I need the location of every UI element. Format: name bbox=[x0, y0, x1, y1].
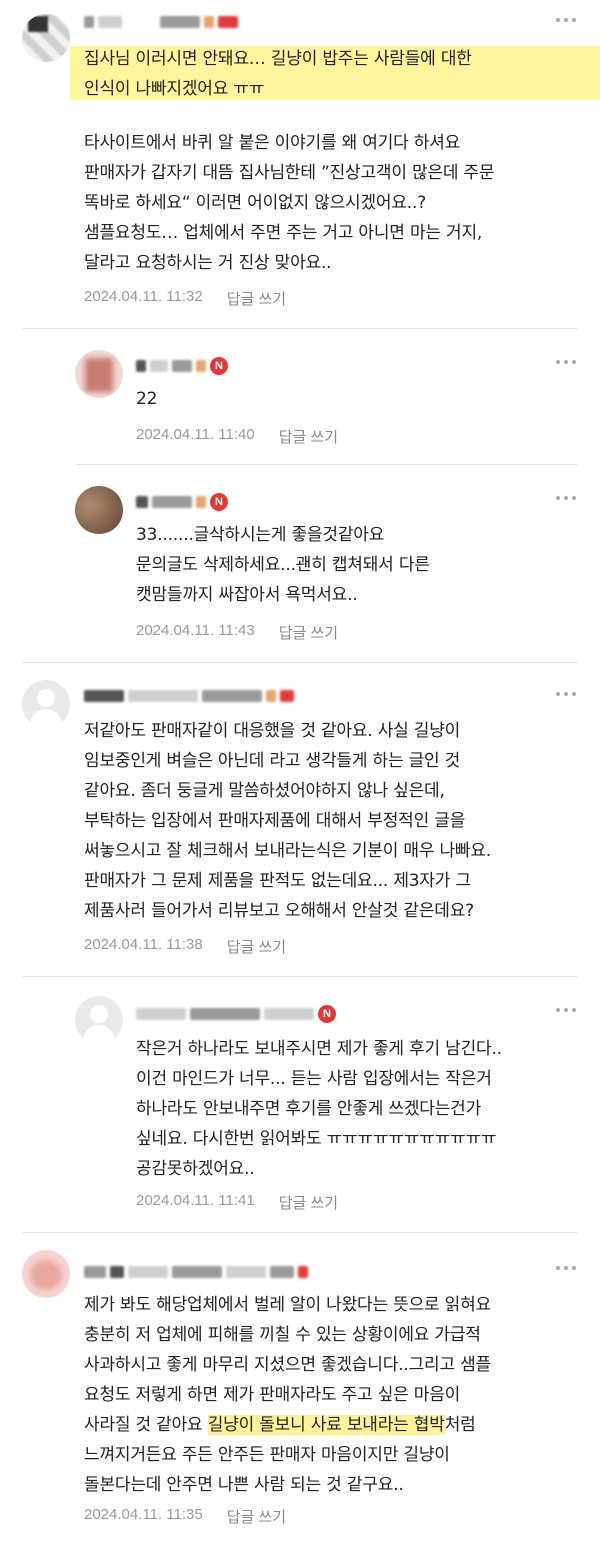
comment-date: 2024.04.11. 11:35 bbox=[84, 1506, 203, 1523]
comment-text: 작은거 하나라도 보내주시면 제가 좋게 후기 남긴다.. 이건 마인드가 너무… bbox=[136, 1039, 502, 1179]
comment-date: 2024.04.11. 11:38 bbox=[84, 936, 203, 953]
divider bbox=[22, 662, 578, 663]
comment-text-part: 제가 봐도 해당업체에서 벌레 알이 나왔다는 뜻으로 읽혀요 충분히 저 업체… bbox=[84, 1295, 491, 1435]
comment-meta: 2024.04.11. 11:43 답글 쓰기 bbox=[136, 622, 338, 643]
highlighted-text: 길냥이 돌보니 사료 보내라는 협박 bbox=[207, 1415, 445, 1435]
reply-button[interactable]: 답글 쓰기 bbox=[227, 1506, 286, 1527]
more-options-icon[interactable] bbox=[556, 16, 578, 24]
author-name[interactable]: N bbox=[136, 1004, 336, 1024]
avatar[interactable] bbox=[75, 350, 123, 398]
new-badge-icon: N bbox=[210, 493, 228, 511]
more-options-icon[interactable] bbox=[556, 690, 578, 698]
comment-text: 타사이트에서 바퀴 알 붙은 이야기를 왜 여기다 하셔요 판매자가 갑자기 대… bbox=[84, 133, 495, 273]
comment-meta: 2024.04.11. 11:41 답글 쓰기 bbox=[136, 1192, 338, 1213]
new-badge-icon: N bbox=[210, 357, 228, 375]
more-options-icon[interactable] bbox=[556, 1264, 578, 1272]
comment-text-highlighted: 집사님 이러시면 안돼요… 길냥이 밥주는 사람들에 대한 인식이 나빠지겠어요… bbox=[84, 49, 472, 99]
reply-button[interactable]: 답글 쓰기 bbox=[227, 936, 286, 957]
more-options-icon[interactable] bbox=[556, 1006, 578, 1014]
avatar[interactable] bbox=[22, 14, 70, 62]
new-badge-icon: N bbox=[318, 1005, 336, 1023]
divider bbox=[75, 464, 578, 465]
comment-meta: 2024.04.11. 11:40 답글 쓰기 bbox=[136, 426, 338, 447]
comment-text: 33.......글삭하시는게 좋을것같아요 문의글도 삭제하세요...괜히 캡… bbox=[136, 525, 430, 605]
author-name[interactable]: N bbox=[136, 492, 228, 512]
comment-meta: 2024.04.11. 11:35 답글 쓰기 bbox=[84, 1506, 286, 1527]
comment-date: 2024.04.11. 11:41 bbox=[136, 1192, 255, 1209]
comment-text: 22 bbox=[136, 389, 158, 409]
divider bbox=[22, 1232, 578, 1233]
comment-date: 2024.04.11. 11:40 bbox=[136, 426, 255, 443]
divider bbox=[22, 328, 578, 329]
comment-date: 2024.04.11. 11:43 bbox=[136, 622, 255, 639]
author-name[interactable]: N bbox=[136, 356, 228, 376]
comment-meta: 2024.04.11. 11:32 답글 쓰기 bbox=[84, 288, 286, 309]
divider bbox=[22, 976, 578, 977]
comment-meta: 2024.04.11. 11:38 답글 쓰기 bbox=[84, 936, 286, 957]
comment-text: 저같아도 판매자같이 대응했을 것 같아요. 사실 길냥이 임보중인게 벼슬은 … bbox=[84, 721, 491, 921]
more-options-icon[interactable] bbox=[556, 494, 578, 502]
reply-button[interactable]: 답글 쓰기 bbox=[279, 622, 338, 643]
author-name[interactable] bbox=[84, 686, 294, 706]
avatar[interactable] bbox=[75, 486, 123, 534]
comment-text: 제가 봐도 해당업체에서 벌레 알이 나왔다는 뜻으로 읽혀요 충분히 저 업체… bbox=[84, 1290, 594, 1500]
more-options-icon[interactable] bbox=[556, 358, 578, 366]
default-avatar-icon[interactable] bbox=[75, 996, 123, 1044]
avatar[interactable] bbox=[22, 1250, 70, 1298]
default-avatar-icon[interactable] bbox=[22, 680, 70, 728]
reply-button[interactable]: 답글 쓰기 bbox=[279, 1192, 338, 1213]
author-name[interactable] bbox=[84, 12, 238, 32]
author-name[interactable] bbox=[84, 1262, 308, 1282]
comment-date: 2024.04.11. 11:32 bbox=[84, 288, 203, 305]
reply-button[interactable]: 답글 쓰기 bbox=[279, 426, 338, 447]
reply-button[interactable]: 답글 쓰기 bbox=[227, 288, 286, 309]
